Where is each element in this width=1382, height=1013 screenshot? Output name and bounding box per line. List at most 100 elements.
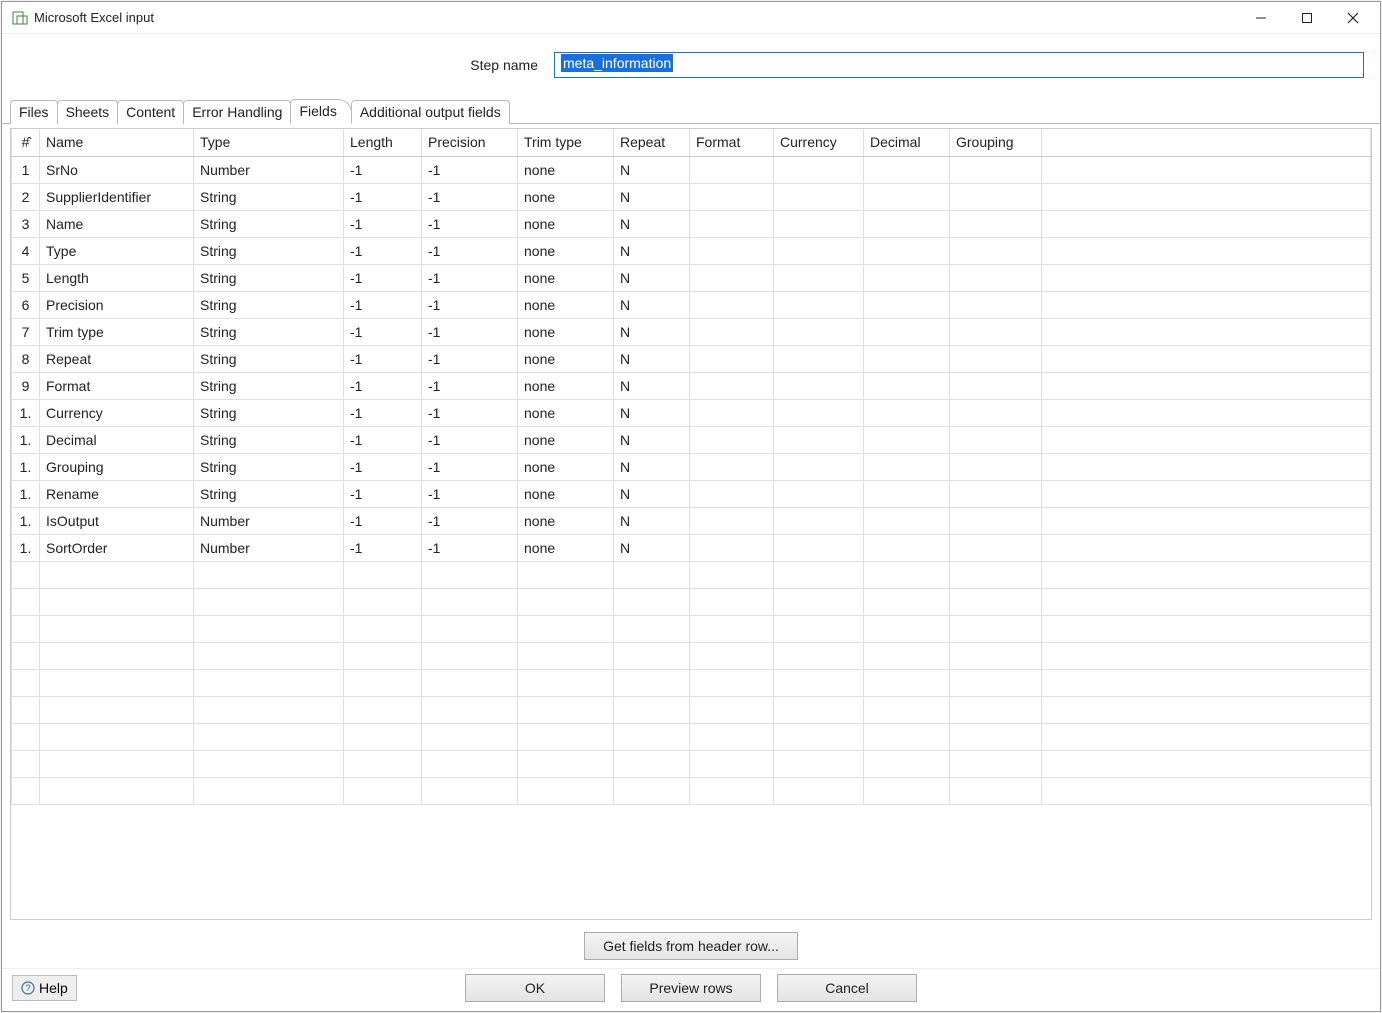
cell-currency[interactable] <box>774 480 864 507</box>
cell-type[interactable]: String <box>194 237 344 264</box>
ok-button[interactable]: OK <box>465 974 605 1002</box>
cell-grouping[interactable] <box>950 183 1042 210</box>
cell-name[interactable]: IsOutput <box>40 507 194 534</box>
cell-empty[interactable] <box>774 777 864 804</box>
table-row[interactable]: 1.SortOrderNumber-1-1noneN <box>12 534 1371 561</box>
cell-empty[interactable] <box>864 750 950 777</box>
table-row-empty[interactable] <box>12 723 1371 750</box>
cell-empty[interactable] <box>518 723 614 750</box>
cell-length[interactable]: -1 <box>344 453 422 480</box>
cell-type[interactable]: String <box>194 372 344 399</box>
cell-empty[interactable] <box>690 669 774 696</box>
cell-empty[interactable] <box>422 696 518 723</box>
cell-repeat[interactable]: N <box>614 210 690 237</box>
col-currency[interactable]: Currency <box>774 129 864 156</box>
cell-num[interactable]: 9 <box>12 372 40 399</box>
cell-name[interactable]: Rename <box>40 480 194 507</box>
cell-empty[interactable] <box>518 588 614 615</box>
cell-format[interactable] <box>690 345 774 372</box>
tab-additional-output-fields[interactable]: Additional output fields <box>351 100 510 124</box>
cell-format[interactable] <box>690 426 774 453</box>
cell-empty[interactable] <box>40 615 194 642</box>
cell-precision[interactable]: -1 <box>422 345 518 372</box>
tab-fields[interactable]: Fields <box>290 99 351 124</box>
cell-empty[interactable] <box>690 750 774 777</box>
cell-empty[interactable] <box>12 696 40 723</box>
cell-extra[interactable] <box>1042 426 1371 453</box>
cell-currency[interactable] <box>774 345 864 372</box>
table-row[interactable]: 2SupplierIdentifierString-1-1noneN <box>12 183 1371 210</box>
cell-num[interactable]: 1. <box>12 399 40 426</box>
cell-trim[interactable]: none <box>518 480 614 507</box>
cell-empty[interactable] <box>194 696 344 723</box>
maximize-button[interactable] <box>1284 2 1330 34</box>
cell-precision[interactable]: -1 <box>422 453 518 480</box>
cell-num[interactable]: 6 <box>12 291 40 318</box>
cell-empty[interactable] <box>12 777 40 804</box>
cell-num[interactable]: 1. <box>12 426 40 453</box>
cell-grouping[interactable] <box>950 534 1042 561</box>
cell-decimal[interactable] <box>864 183 950 210</box>
cell-precision[interactable]: -1 <box>422 210 518 237</box>
col-trim[interactable]: Trim type <box>518 129 614 156</box>
cell-empty[interactable] <box>40 588 194 615</box>
cancel-button[interactable]: Cancel <box>777 974 917 1002</box>
cell-type[interactable]: Number <box>194 507 344 534</box>
cell-currency[interactable] <box>774 264 864 291</box>
cell-trim[interactable]: none <box>518 264 614 291</box>
cell-empty[interactable] <box>950 642 1042 669</box>
cell-format[interactable] <box>690 156 774 183</box>
cell-name[interactable]: Trim type <box>40 318 194 345</box>
cell-decimal[interactable] <box>864 210 950 237</box>
table-row[interactable]: 3NameString-1-1noneN <box>12 210 1371 237</box>
cell-empty[interactable] <box>344 777 422 804</box>
cell-extra[interactable] <box>1042 318 1371 345</box>
cell-empty[interactable] <box>422 615 518 642</box>
cell-trim[interactable]: none <box>518 291 614 318</box>
cell-format[interactable] <box>690 318 774 345</box>
cell-repeat[interactable]: N <box>614 534 690 561</box>
cell-grouping[interactable] <box>950 372 1042 399</box>
cell-decimal[interactable] <box>864 345 950 372</box>
cell-num[interactable]: 5 <box>12 264 40 291</box>
table-row-empty[interactable] <box>12 750 1371 777</box>
cell-length[interactable]: -1 <box>344 372 422 399</box>
table-row[interactable]: 1.IsOutputNumber-1-1noneN <box>12 507 1371 534</box>
cell-empty[interactable] <box>950 723 1042 750</box>
cell-empty[interactable] <box>12 561 40 588</box>
cell-empty[interactable] <box>950 750 1042 777</box>
col-name[interactable]: Name <box>40 129 194 156</box>
cell-length[interactable]: -1 <box>344 480 422 507</box>
cell-length[interactable]: -1 <box>344 237 422 264</box>
cell-format[interactable] <box>690 453 774 480</box>
cell-num[interactable]: 1. <box>12 534 40 561</box>
cell-name[interactable]: Repeat <box>40 345 194 372</box>
cell-extra[interactable] <box>1042 507 1371 534</box>
table-row[interactable]: 9FormatString-1-1noneN <box>12 372 1371 399</box>
cell-empty[interactable] <box>774 642 864 669</box>
cell-empty[interactable] <box>864 642 950 669</box>
cell-empty[interactable] <box>518 750 614 777</box>
cell-empty[interactable] <box>194 723 344 750</box>
cell-empty[interactable] <box>422 588 518 615</box>
cell-length[interactable]: -1 <box>344 156 422 183</box>
cell-decimal[interactable] <box>864 264 950 291</box>
cell-currency[interactable] <box>774 183 864 210</box>
cell-length[interactable]: -1 <box>344 210 422 237</box>
cell-repeat[interactable]: N <box>614 426 690 453</box>
cell-extra[interactable] <box>1042 480 1371 507</box>
cell-trim[interactable]: none <box>518 426 614 453</box>
cell-empty[interactable] <box>864 696 950 723</box>
cell-name[interactable]: SrNo <box>40 156 194 183</box>
cell-num[interactable]: 1 <box>12 156 40 183</box>
cell-empty[interactable] <box>518 777 614 804</box>
table-row[interactable]: 1.RenameString-1-1noneN <box>12 480 1371 507</box>
cell-empty[interactable] <box>518 642 614 669</box>
table-row[interactable]: 1.GroupingString-1-1noneN <box>12 453 1371 480</box>
cell-empty[interactable] <box>518 561 614 588</box>
cell-num[interactable]: 2 <box>12 183 40 210</box>
stepname-input[interactable]: meta_information <box>554 52 1364 78</box>
cell-length[interactable]: -1 <box>344 426 422 453</box>
cell-empty[interactable] <box>344 750 422 777</box>
cell-empty[interactable] <box>194 750 344 777</box>
